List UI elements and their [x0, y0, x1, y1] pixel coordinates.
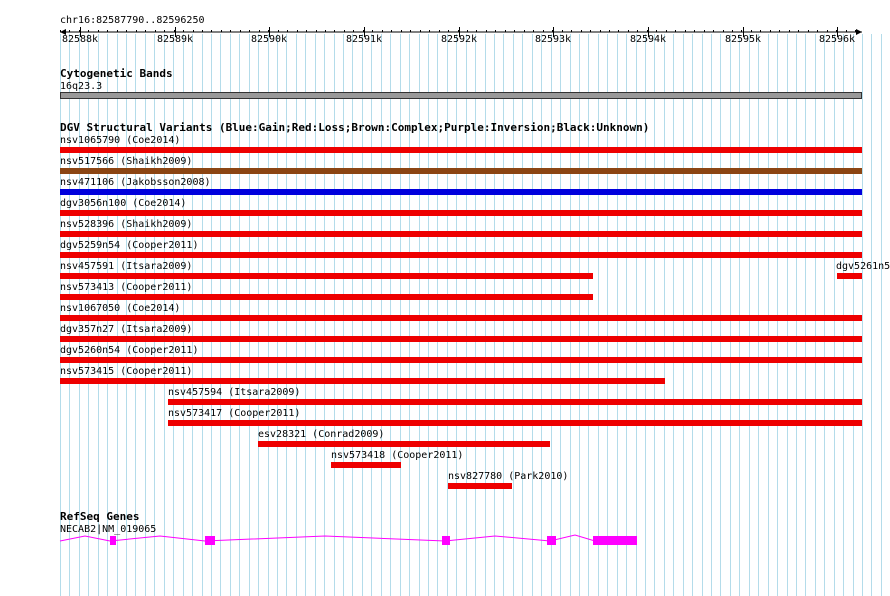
variant-bar[interactable]: [60, 252, 862, 258]
variant-bar[interactable]: [837, 273, 862, 279]
gene-intron-line: [59, 534, 596, 542]
variant-label: esv28321 (Conrad2009): [258, 429, 385, 440]
variant-label: dgv3056n100 (Coe2014): [60, 198, 187, 209]
variant-label: nsv528396 (Shaikh2009): [60, 219, 193, 230]
variant-bar[interactable]: [60, 147, 862, 153]
refseq-track-title[interactable]: RefSeq Genes: [60, 511, 139, 523]
variant-bar[interactable]: [60, 189, 862, 195]
variant-label: nsv1067050 (Coe2014): [60, 303, 181, 314]
gene-exon: [442, 536, 450, 545]
variant-label: nsv1065790 (Coe2014): [60, 135, 181, 146]
variant-bar[interactable]: [60, 315, 862, 321]
ruler-tick-label: 82589k: [156, 34, 194, 45]
variant-label: nsv471106 (Jakobsson2008): [60, 177, 211, 188]
variant-bar[interactable]: [60, 231, 862, 237]
variant-label: dgv5261n5: [836, 261, 890, 272]
ruler-tick-label: 82590k: [250, 34, 288, 45]
variant-label: nsv457591 (Itsara2009): [60, 261, 193, 272]
variant-bar[interactable]: [258, 441, 550, 447]
gene-exon: [593, 536, 637, 545]
variant-bar[interactable]: [60, 273, 593, 279]
variant-bar[interactable]: [60, 210, 862, 216]
genome-browser-view: chr16:82587790..82596250 82588k 82589k 825…: [0, 0, 890, 596]
cytoband-track-title[interactable]: Cytogenetic Bands: [60, 68, 173, 80]
variant-bar[interactable]: [168, 420, 862, 426]
variant-label: nsv573418 (Cooper2011): [331, 450, 464, 461]
variant-label: dgv5260n54 (Cooper2011): [60, 345, 199, 356]
variant-bar[interactable]: [60, 294, 593, 300]
variant-label: nsv457594 (Itsara2009): [168, 387, 301, 398]
variant-label: dgv357n27 (Itsara2009): [60, 324, 193, 335]
variant-label: nsv573415 (Cooper2011): [60, 366, 193, 377]
ruler-tick-label: 82594k: [629, 34, 667, 45]
cytoband-bar[interactable]: [60, 92, 862, 99]
variant-bar[interactable]: [60, 336, 862, 342]
gene-exon: [547, 536, 556, 545]
variant-label: dgv5259n54 (Cooper2011): [60, 240, 199, 251]
variant-bar[interactable]: [168, 399, 862, 405]
variant-label: nsv573417 (Cooper2011): [168, 408, 301, 419]
variant-bar[interactable]: [448, 483, 512, 489]
gene-model[interactable]: [0, 530, 890, 550]
gene-exon: [205, 536, 215, 545]
ruler-tick-label: 82596k: [818, 34, 856, 45]
location-label: chr16:82587790..82596250: [60, 15, 205, 26]
ruler-tick-label: 82591k: [345, 34, 383, 45]
variant-label: nsv827780 (Park2010): [448, 471, 569, 482]
variant-bar[interactable]: [60, 357, 862, 363]
ruler-tick-label: 82595k: [724, 34, 762, 45]
dgv-track-title[interactable]: DGV Structural Variants (Blue:Gain;Red:L…: [60, 122, 649, 134]
ruler-tick-label: 82593k: [534, 34, 572, 45]
gene-exon: [110, 536, 116, 545]
cytoband-label: 16q23.3: [60, 81, 103, 92]
ruler-tick-label: 82592k: [440, 34, 478, 45]
variant-bar[interactable]: [60, 168, 862, 174]
variant-bar[interactable]: [331, 462, 401, 468]
variant-label: nsv517566 (Shaikh2009): [60, 156, 193, 167]
variant-label: nsv573413 (Cooper2011): [60, 282, 193, 293]
variant-bar[interactable]: [60, 378, 665, 384]
ruler-tick-label: 82588k: [61, 34, 99, 45]
